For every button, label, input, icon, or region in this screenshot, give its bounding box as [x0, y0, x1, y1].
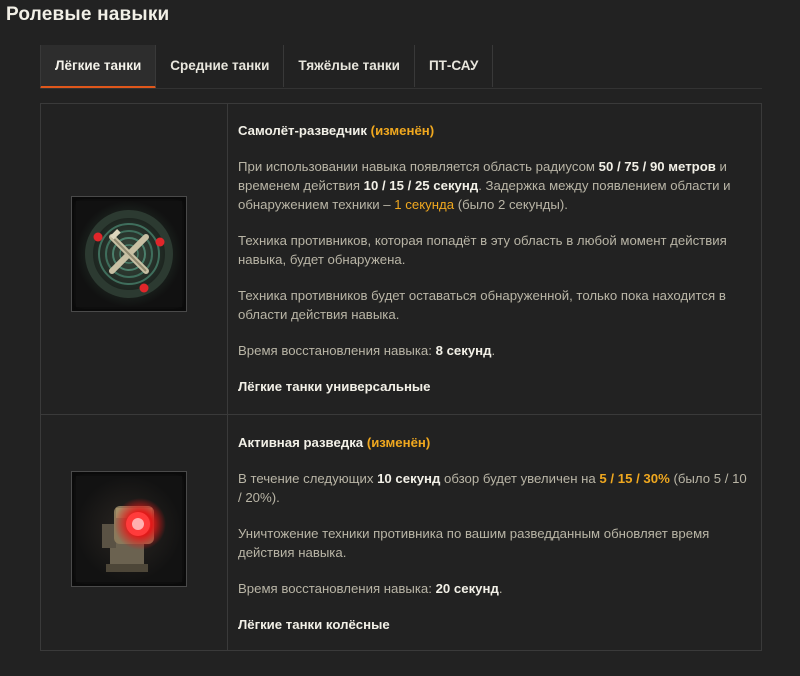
- active-scouting-icon: [71, 471, 187, 587]
- skill-description: Активная разведка (изменён) В течение сл…: [238, 433, 748, 634]
- text-fragment: Время восстановления навыка:: [238, 581, 436, 596]
- skill-name: Самолёт-разведчик: [238, 123, 367, 138]
- tank-class-label: Лёгкие танки колёсные: [238, 617, 390, 632]
- skill-icon-cell: [41, 104, 228, 414]
- changed-badge: (изменён): [366, 435, 431, 450]
- skill-cooldown-text: Время восстановления навыка: 8 секунд.: [238, 341, 748, 360]
- tab-light-tanks[interactable]: Лёгкие танки: [40, 45, 157, 89]
- skill-description: Самолёт-разведчик (изменён) При использо…: [238, 121, 748, 396]
- text-fragment: обзор будет увеличен на: [440, 471, 600, 486]
- skill-row-active-scouting: Активная разведка (изменён) В течение сл…: [41, 415, 761, 650]
- tabs-divider: [40, 88, 762, 89]
- page-title: Ролевые навыки: [6, 4, 170, 25]
- skill-row-scout-plane: Самолёт-разведчик (изменён) При использо…: [41, 104, 761, 415]
- skill-effect-text: В течение следующих 10 секунд обзор буде…: [238, 469, 748, 507]
- duration-value: 10 секунд: [377, 471, 441, 486]
- radius-value: 50 / 75 / 90 метров: [598, 159, 716, 174]
- skill-name: Активная разведка: [238, 435, 364, 450]
- cooldown-value: 8 секунд: [435, 343, 492, 358]
- tab-tank-destroyers[interactable]: ПТ-САУ: [415, 45, 494, 87]
- skill-title: Активная разведка (изменён): [238, 433, 748, 452]
- tank-class-label: Лёгкие танки универсальные: [238, 379, 431, 394]
- skill-cooldown-text: Время восстановления навыка: 20 секунд.: [238, 579, 748, 598]
- text-fragment: .: [498, 581, 503, 596]
- skill-refresh-text: Уничтожение техники противника по вашим …: [238, 526, 710, 560]
- text-fragment: (было 2 секунды).: [454, 197, 568, 212]
- skill-persistence-text: Техника противников будет оставаться обн…: [238, 288, 726, 322]
- skill-detection-text: Техника противников, которая попадёт в э…: [238, 233, 727, 267]
- skill-icon-cell: [41, 415, 228, 650]
- skill-effect-text: При использовании навыка появляется обла…: [238, 157, 748, 214]
- cooldown-value: 20 секунд: [435, 581, 499, 596]
- text-fragment: В течение следующих: [238, 471, 378, 486]
- duration-value: 10 / 15 / 25 секунд: [363, 178, 479, 193]
- text-fragment: .: [491, 343, 496, 358]
- vehicle-class-tabs: Лёгкие танки Средние танки Тяжёлые танки…: [40, 45, 494, 89]
- scout-plane-icon: [71, 196, 187, 312]
- text-fragment: При использовании навыка появляется обла…: [238, 159, 599, 174]
- text-fragment: Время восстановления навыка:: [238, 343, 436, 358]
- changed-badge: (изменён): [370, 123, 435, 138]
- tab-heavy-tanks[interactable]: Тяжёлые танки: [284, 45, 415, 87]
- delay-value: 1 секунда: [394, 197, 455, 212]
- skills-table: Самолёт-разведчик (изменён) При использо…: [40, 103, 762, 651]
- view-range-value: 5 / 15 / 30%: [599, 471, 670, 486]
- tab-medium-tanks[interactable]: Средние танки: [156, 45, 285, 87]
- skill-title: Самолёт-разведчик (изменён): [238, 121, 748, 140]
